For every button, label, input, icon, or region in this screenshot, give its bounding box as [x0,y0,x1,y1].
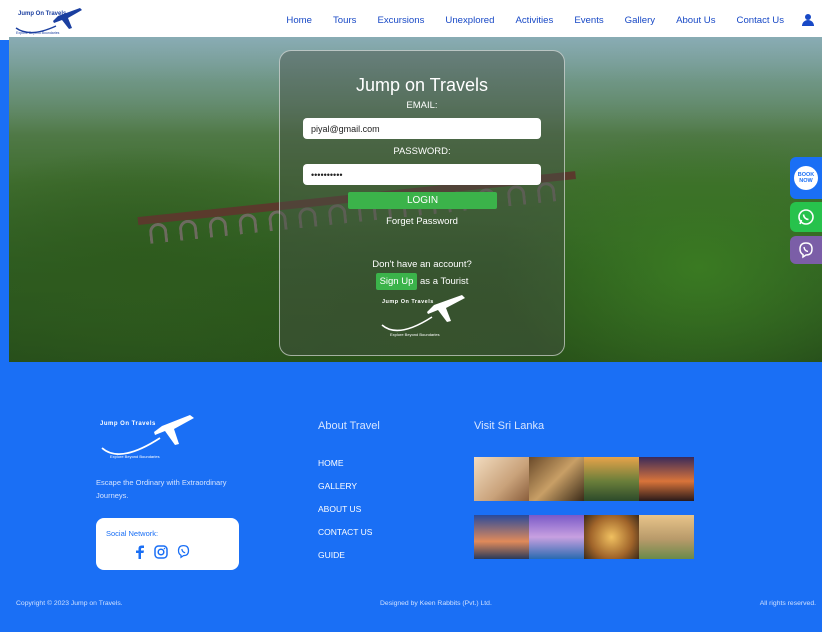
email-label: EMAIL: [406,100,438,111]
top-navbar: Jump On Travels Explore Beyond Boundarie… [0,0,822,40]
no-account-text: Don't have an account? [372,259,472,270]
nav-contact-us[interactable]: Contact Us [737,15,784,26]
gallery-photo[interactable] [584,515,639,559]
visit-sri-lanka-heading: Visit Sri Lanka [474,420,545,432]
rights-text: All rights reserved. [759,600,816,607]
nav-excursions[interactable]: Excursions [377,15,424,26]
footer-logo[interactable]: Jump On Travels Explore Beyond Boundarie… [98,410,198,466]
nav-activities[interactable]: Activities [515,15,553,26]
footer-logo-slogan: Explore Beyond Boundaries [110,454,160,459]
gallery-photo[interactable] [474,515,529,559]
instagram-icon[interactable] [154,544,168,559]
signup-suffix: as a Tourist [420,276,469,287]
password-label: PASSWORD: [393,146,451,157]
gallery-row-1 [474,457,694,501]
password-field[interactable] [303,164,541,185]
card-logo: Jump On Travels Explore Beyond Boundarie… [378,291,470,341]
gallery-photo[interactable] [639,515,694,559]
gallery-photo[interactable] [584,457,639,501]
footer-link-home[interactable]: HOME [318,458,372,468]
gallery-photo[interactable] [529,457,584,501]
footer: Jump On Travels Explore Beyond Boundarie… [0,362,822,632]
footer-link-about-us[interactable]: ABOUT US [318,504,372,514]
viber-button[interactable] [790,236,822,264]
nav-home[interactable]: Home [286,15,312,26]
nav-events[interactable]: Events [574,15,603,26]
viber-icon [799,242,813,259]
footer-links: HOME GALLERY ABOUT US CONTACT US GUIDE [318,458,372,573]
nav-tours[interactable]: Tours [333,15,356,26]
whatsapp-button[interactable] [790,202,822,232]
about-travel-heading: About Travel [318,420,380,432]
login-title: Jump on Travels [355,75,489,95]
footer-tagline: Escape the Ordinary with Extraordinary J… [96,478,227,500]
signup-button[interactable]: Sign Up [375,273,418,290]
nav-gallery[interactable]: Gallery [625,15,655,26]
designed-by-text: Designed by Keen Rabbits (Pvt.) Ltd. [380,600,492,607]
login-card: Jump on Travels EMAIL: PASSWORD: LOGIN F… [279,50,565,356]
viber-icon[interactable] [176,544,191,559]
user-icon[interactable] [802,14,814,26]
signup-row: Sign Up as a Tourist [280,273,564,290]
whatsapp-icon [798,209,814,225]
social-title: Social Network: [106,529,159,538]
footer-link-contact-us[interactable]: CONTACT US [318,527,372,537]
nav-links: Home Tours Excursions Unexplored Activit… [265,0,814,40]
footer-link-guide[interactable]: GUIDE [318,550,372,560]
gallery-photo[interactable] [529,515,584,559]
login-button[interactable]: LOGIN [348,192,497,209]
gallery-row-2 [474,515,694,559]
forget-password-link[interactable]: Forget Password [280,216,564,227]
email-field[interactable] [303,118,541,139]
gallery-photo[interactable] [474,457,529,501]
facebook-icon[interactable] [134,545,146,559]
gallery-photo[interactable] [639,457,694,501]
nav-about-us[interactable]: About Us [676,15,715,26]
social-network-box: Social Network: [96,518,239,570]
book-now-button[interactable]: BOOK NOW [790,157,822,199]
book-now-label: BOOK NOW [794,166,818,190]
brand-logo[interactable]: Jump On Travels Explore Beyond Boundarie… [10,4,90,38]
nav-unexplored[interactable]: Unexplored [445,15,494,26]
copyright-text: Copyright © 2023 Jump on Travels. [16,600,123,607]
footer-link-gallery[interactable]: GALLERY [318,481,372,491]
card-logo-slogan: Explore Beyond Boundaries [390,332,440,337]
logo-slogan: Explore Beyond Boundaries [16,31,60,35]
